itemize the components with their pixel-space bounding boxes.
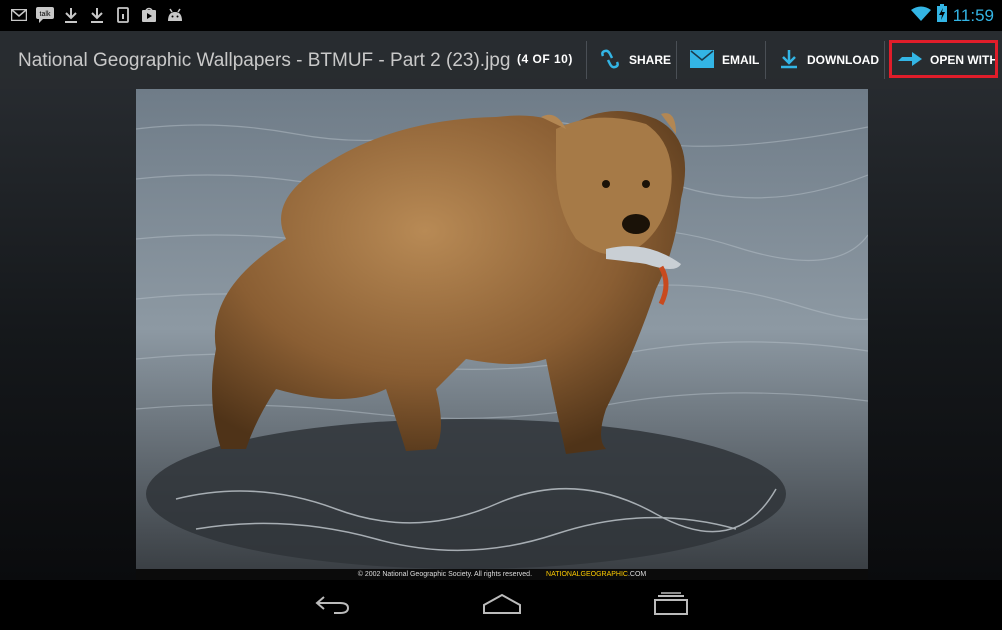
brand-name: NATIONALGEOGRAPHIC: [546, 571, 628, 578]
talk-icon: talk: [36, 7, 54, 23]
image-counter: (4 OF 10): [517, 52, 573, 66]
file-title: National Geographic Wallpapers - BTMUF -…: [18, 50, 511, 71]
open-with-highlight: [889, 40, 998, 78]
talk-label: talk: [40, 11, 51, 18]
divider: [676, 41, 677, 79]
home-button[interactable]: [477, 590, 527, 622]
recent-apps-icon: [652, 591, 690, 621]
divider: [586, 41, 587, 79]
share-label: SHARE: [629, 53, 672, 67]
back-icon: [314, 593, 352, 620]
brand-suffix: .COM: [627, 571, 647, 578]
download-icon: [62, 7, 80, 23]
play-store-icon: [140, 7, 158, 23]
download-label: DOWNLOAD: [807, 53, 879, 67]
copyright-text: © 2002 National Geographic Society. All …: [357, 571, 533, 578]
share-button[interactable]: SHARE: [599, 31, 671, 89]
download-button[interactable]: DOWNLOAD: [779, 31, 879, 89]
notification-icons: talk: [10, 7, 184, 23]
sim-icon: [114, 7, 132, 23]
email-button[interactable]: EMAIL: [690, 31, 759, 89]
status-bar: talk 11:59: [0, 0, 1002, 31]
system-indicators: 11:59: [910, 4, 994, 27]
action-bar: National Geographic Wallpapers - BTMUF -…: [0, 31, 1002, 89]
photo-image[interactable]: [136, 89, 868, 569]
android-icon: [166, 7, 184, 23]
wifi-icon: [910, 6, 931, 26]
navigation-bar: [0, 580, 1002, 630]
divider: [765, 41, 766, 79]
back-button[interactable]: [308, 590, 358, 622]
battery-icon: [936, 4, 947, 27]
clock: 11:59: [952, 5, 994, 25]
photo-credit: © 2002 National Geographic Society. All …: [136, 569, 868, 580]
download-icon: [779, 49, 799, 72]
share-icon: [599, 48, 621, 73]
download-icon: [88, 7, 106, 23]
recent-apps-button[interactable]: [646, 590, 696, 622]
gmail-icon: [10, 7, 28, 23]
divider: [884, 41, 885, 79]
email-label: EMAIL: [722, 53, 760, 67]
brand-logo: NATIONALGEOGRAPHIC.COM: [546, 571, 646, 578]
email-icon: [690, 49, 714, 71]
home-icon: [482, 593, 522, 620]
